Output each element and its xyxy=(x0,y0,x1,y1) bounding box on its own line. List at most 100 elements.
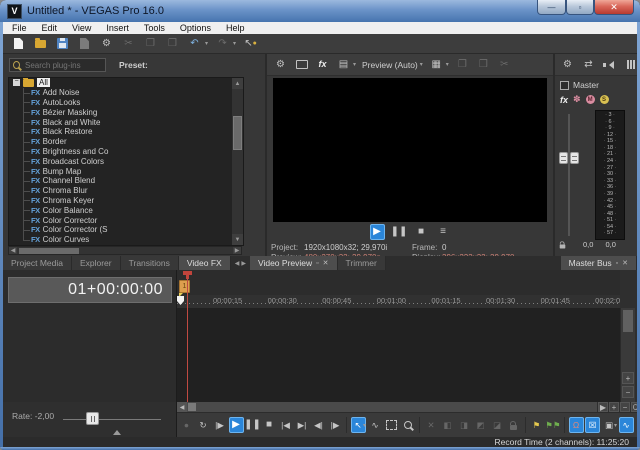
menu-item[interactable]: View xyxy=(72,23,91,33)
open-button[interactable] xyxy=(33,36,48,51)
zoom-edit-tool-button[interactable] xyxy=(401,417,416,433)
insert-bus-button[interactable]: ⇄ xyxy=(582,57,595,72)
plugin-row[interactable]: FX Color Corrector xyxy=(9,215,232,225)
mixer-properties-button[interactable]: ⚙ xyxy=(561,57,574,72)
save-button[interactable] xyxy=(55,36,70,51)
scroll-left-icon[interactable]: ◀ xyxy=(9,247,17,254)
split-screen-button[interactable]: ▤ xyxy=(336,57,351,72)
plugin-row[interactable]: FX Border xyxy=(9,137,232,147)
maximize-button[interactable]: ▫ xyxy=(566,0,594,15)
tab-video-preview[interactable]: Video Preview ▫ ✕ xyxy=(250,256,338,270)
plugin-row[interactable]: FX Black Restore xyxy=(9,127,232,137)
timeline-tracks[interactable] xyxy=(177,308,620,402)
timecode-display[interactable]: 01+00:00:00 xyxy=(8,277,172,303)
next-frame-button[interactable]: |▶ xyxy=(328,417,343,433)
interaction-help-button[interactable]: ↖● xyxy=(243,36,258,51)
properties-button[interactable]: ⚙ xyxy=(99,36,114,51)
menu-item[interactable]: Edit xyxy=(42,23,58,33)
tab-master-bus[interactable]: Master Bus ▫ ✕ xyxy=(561,256,637,270)
play-from-start-button[interactable]: |▶ xyxy=(212,417,227,433)
stop-button[interactable]: ■ xyxy=(262,417,277,433)
insert-region-button[interactable]: ⚑⚑ xyxy=(546,417,561,433)
go-to-end-button[interactable]: ▶| xyxy=(295,417,310,433)
tree-expander-icon[interactable]: − xyxy=(13,79,20,86)
plugin-row[interactable]: FX AutoLooks xyxy=(9,98,232,108)
plugin-row[interactable]: FX Channel Blend xyxy=(9,176,232,186)
menu-item[interactable]: Insert xyxy=(106,23,129,33)
scroll-up-icon[interactable]: ▲ xyxy=(232,78,243,89)
overlays-button[interactable]: ▦ xyxy=(429,57,444,72)
split-screen-dropdown[interactable]: ▾ xyxy=(353,61,356,68)
previous-frame-button[interactable]: ◀| xyxy=(311,417,326,433)
tab-trimmer[interactable]: Trimmer xyxy=(338,256,386,270)
lock-envelopes-button[interactable]: ∿ xyxy=(619,417,634,433)
edit-tool-dropdown[interactable]: ▾ xyxy=(363,422,366,429)
plugin-vertical-scrollbar[interactable]: ▲ ▼ xyxy=(232,78,243,245)
preview-quality-selector[interactable]: Preview (Auto) xyxy=(362,60,418,70)
preview-options-icon[interactable]: ≡ xyxy=(436,224,451,240)
search-input[interactable] xyxy=(23,60,105,71)
dock-tab[interactable]: Explorer xyxy=(72,256,121,270)
zoom-out-time-button[interactable]: − xyxy=(620,402,630,412)
playhead-handle[interactable] xyxy=(183,271,192,275)
timeline-horizontal-scrollbar[interactable]: ◀ xyxy=(177,402,597,412)
panel-maximize-icon[interactable]: ▫ xyxy=(616,260,618,267)
ripple-mode-dropdown[interactable]: ▾ xyxy=(614,422,617,429)
tab-scroll-right-icon[interactable]: ▶ xyxy=(241,260,246,267)
close-button[interactable]: ✕ xyxy=(594,0,634,15)
menu-item[interactable]: Options xyxy=(180,23,211,33)
external-monitor-button[interactable] xyxy=(294,57,309,72)
hscroll-thumb[interactable] xyxy=(188,403,196,411)
menu-item[interactable]: File xyxy=(12,23,27,33)
preview-play-button[interactable]: ▶ xyxy=(370,224,385,240)
tab-scroll-left-icon[interactable]: ◀ xyxy=(235,260,240,267)
downmix-output-button[interactable] xyxy=(603,57,616,72)
zoom-in-time-button[interactable]: + xyxy=(609,402,619,412)
zoom-in-track-height-button[interactable]: + xyxy=(622,372,634,384)
menu-item[interactable]: Tools xyxy=(144,23,165,33)
fader-handle-left[interactable] xyxy=(559,152,568,164)
plugin-row[interactable]: FX Broadcast Colors xyxy=(9,156,232,166)
hscroll-left-icon[interactable]: ◀ xyxy=(177,402,187,412)
zoom-out-track-height-button[interactable]: − xyxy=(622,386,634,398)
plugin-row[interactable]: FX Black and White xyxy=(9,117,232,127)
solo-button[interactable]: S xyxy=(600,95,609,104)
timeline-vertical-scrollbar[interactable]: + − xyxy=(620,308,635,402)
plugin-row[interactable]: FX Brightness and Co xyxy=(9,147,232,157)
selection-edit-tool-button[interactable] xyxy=(384,417,399,433)
mixer-views-button[interactable] xyxy=(624,57,637,72)
auto-ripple-button[interactable]: ☒ xyxy=(585,417,600,433)
tree-root-label[interactable]: All xyxy=(37,78,50,87)
time-ruler[interactable]: 00:00:1500:00:3000:00:4500:01:0000:01:15… xyxy=(177,295,620,309)
bus-collapse-icon[interactable] xyxy=(560,81,569,90)
dock-tab[interactable]: Project Media xyxy=(3,256,72,270)
plugin-row[interactable]: FX Chroma Blur xyxy=(9,186,232,196)
video-output-fx-button[interactable]: fx xyxy=(315,57,330,72)
rate-slider-track[interactable] xyxy=(63,419,161,420)
enable-snapping-button[interactable]: Ω xyxy=(569,417,584,433)
plugin-row[interactable]: FX Color Corrector (S xyxy=(9,225,232,235)
fader-handle-right[interactable] xyxy=(570,152,579,164)
envelope-edit-tool-button[interactable]: ∿ xyxy=(368,417,383,433)
rate-reset-arrow-icon[interactable] xyxy=(113,426,121,435)
bus-fx-button[interactable]: fx xyxy=(560,95,568,105)
panel-close-icon[interactable]: ✕ xyxy=(622,259,628,267)
panel-maximize-icon[interactable]: ▫ xyxy=(316,260,318,267)
undo-button[interactable]: ↶ xyxy=(187,36,202,51)
rate-slider-handle[interactable] xyxy=(86,412,99,425)
plugin-row[interactable]: FX Add Noise xyxy=(9,88,232,98)
hscroll-right-icon[interactable]: ▶ xyxy=(598,402,608,412)
dock-tab[interactable]: Transitions xyxy=(121,256,179,270)
overlays-dropdown[interactable]: ▾ xyxy=(446,61,449,68)
plugin-row[interactable]: FX Bump Map xyxy=(9,166,232,176)
plugin-row[interactable]: FX Color Curves xyxy=(9,235,232,245)
scroll-right-icon[interactable]: ▶ xyxy=(233,247,241,254)
timeline-vscroll-thumb[interactable] xyxy=(623,310,633,332)
undo-dropdown[interactable]: ▾ xyxy=(205,40,208,47)
insert-marker-button[interactable]: ⚑ xyxy=(529,417,544,433)
plugin-row[interactable]: FX Color Balance xyxy=(9,205,232,215)
preview-pause-button[interactable]: ❚❚ xyxy=(392,224,407,240)
new-project-button[interactable] xyxy=(11,36,26,51)
go-to-start-button[interactable]: |◀ xyxy=(278,417,293,433)
plugin-search-box[interactable] xyxy=(9,58,106,72)
